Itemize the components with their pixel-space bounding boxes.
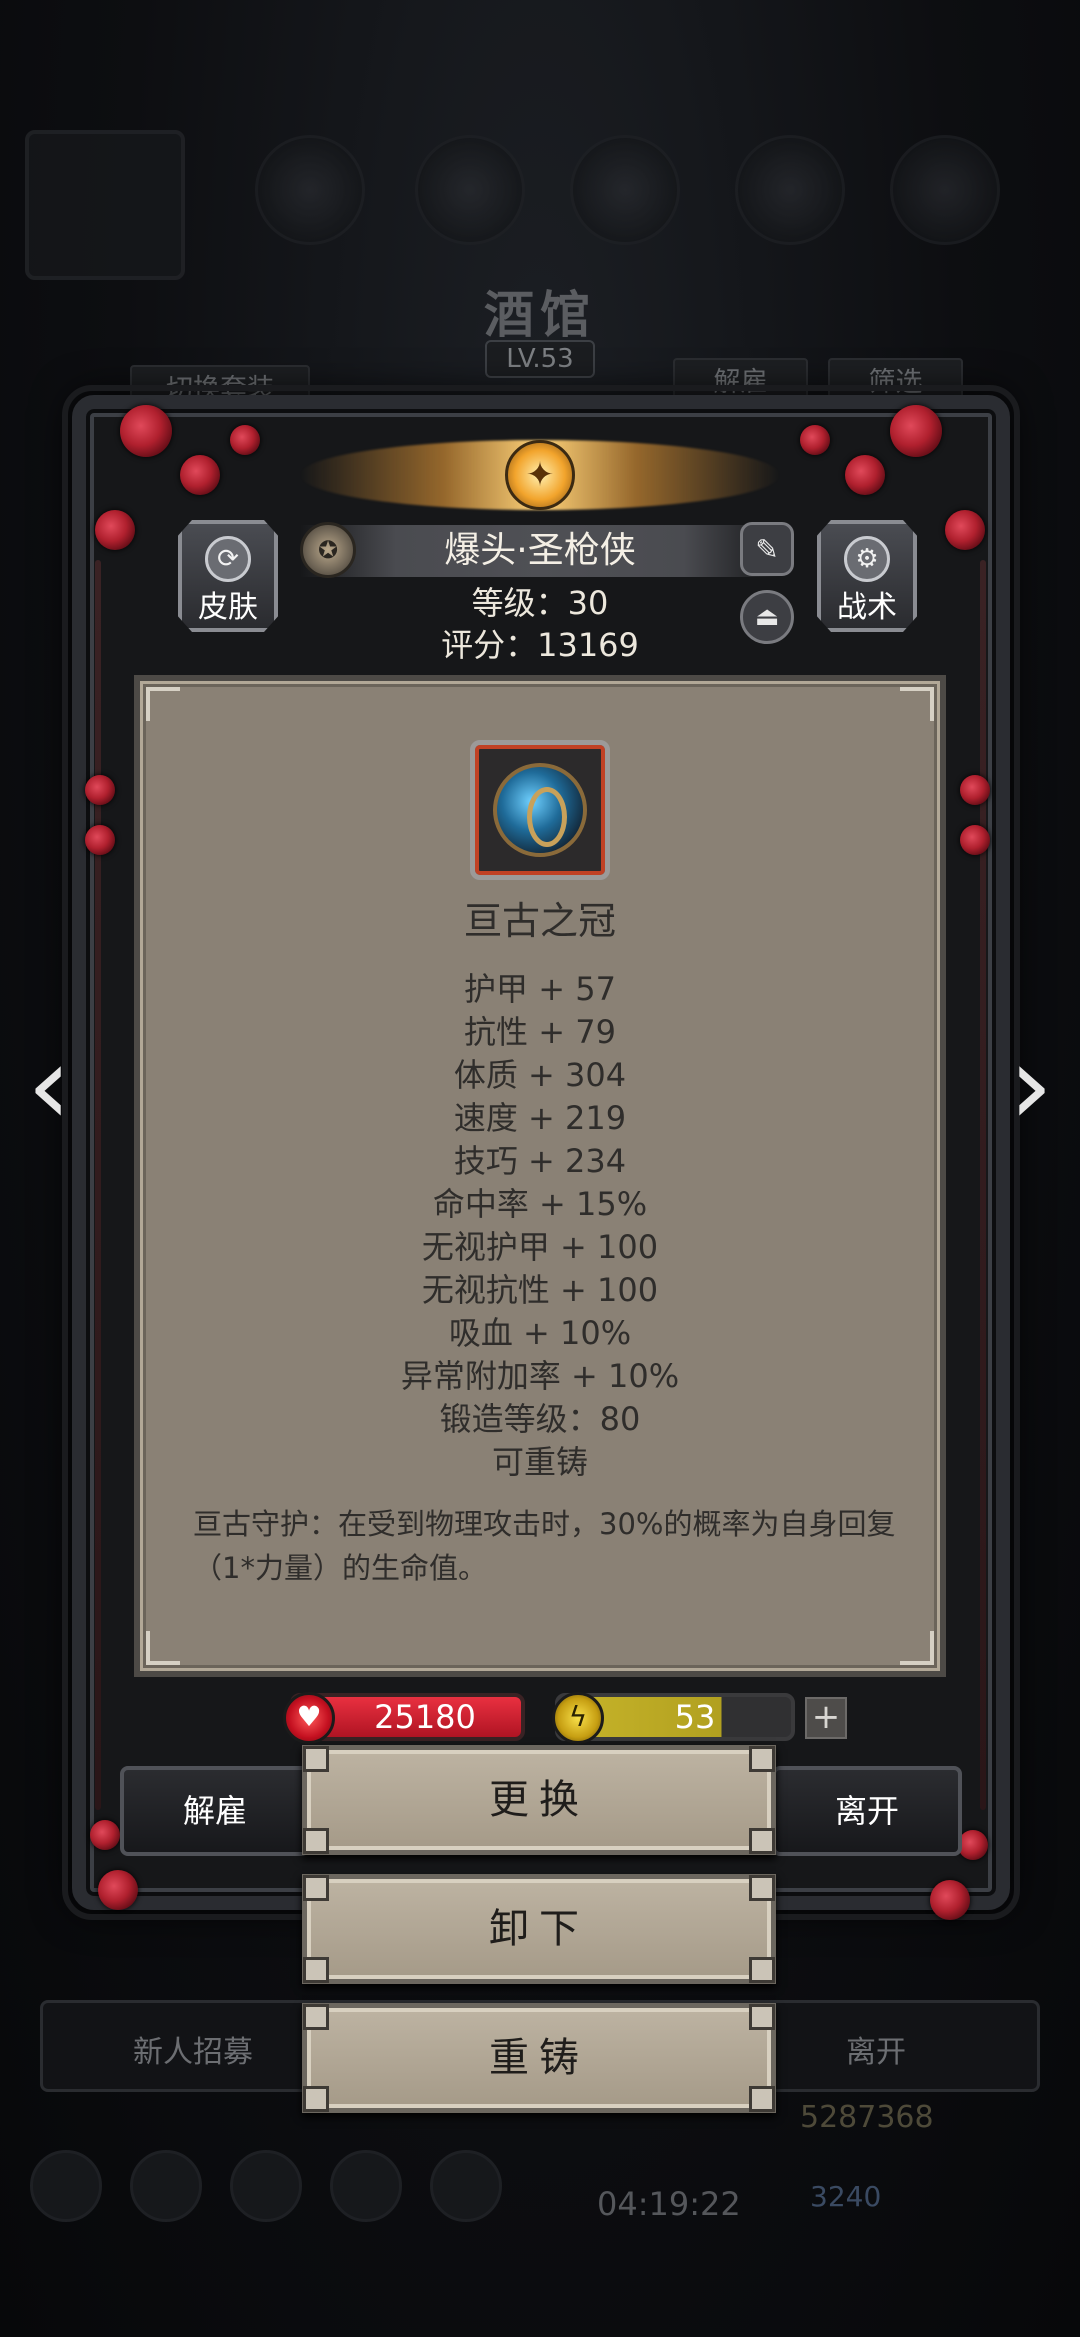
rose-decoration	[98, 1870, 138, 1910]
heart-icon: ♥	[283, 1692, 335, 1744]
rose-decoration	[845, 455, 885, 495]
thorn-vine-right	[980, 560, 986, 1810]
background-dock	[30, 2150, 590, 2225]
item-stat: 异常附加率 + 10%	[400, 1357, 680, 1395]
category-icon	[570, 135, 680, 245]
item-stat: 护甲 + 57	[464, 970, 616, 1008]
replace-button-label: 更换	[489, 1777, 589, 1823]
rose-decoration	[90, 1820, 120, 1850]
item-name: 亘古之冠	[463, 899, 616, 943]
leave-button[interactable]: 离开	[772, 1766, 962, 1856]
category-icon	[415, 135, 525, 245]
add-energy-button[interactable]: +	[805, 1697, 847, 1739]
refresh-icon: ⟳	[205, 536, 251, 582]
category-icon	[735, 135, 845, 245]
rose-decoration	[120, 405, 172, 457]
skin-button-label: 皮肤	[198, 590, 258, 625]
recruit-button: 新人招募	[133, 2035, 253, 2070]
unequip-button[interactable]: 卸下	[302, 1874, 776, 1984]
card-corner-ornament	[900, 1631, 934, 1665]
background-category-icons	[0, 135, 1080, 255]
hero-score: 评分：13169	[441, 626, 639, 664]
dock-icon	[330, 2150, 402, 2222]
item-stat: 抗性 + 79	[464, 1013, 616, 1051]
item-stat: 技巧 + 234	[453, 1142, 627, 1180]
unequip-button-label: 卸下	[489, 1906, 589, 1952]
item-stat: 无视抗性 + 100	[421, 1271, 659, 1309]
dock-icon	[30, 2150, 102, 2222]
star-emblem-icon: ✦	[505, 440, 575, 510]
card-corner-ornament	[900, 687, 934, 721]
item-stat: 命中率 + 15%	[432, 1185, 648, 1223]
category-icon	[255, 135, 365, 245]
item-description: 亘古守护：在受到物理攻击时，30%的概率为自身回复（1*力量）的生命值。	[193, 1507, 896, 1585]
previous-hero-arrow-icon[interactable]: ‹	[14, 1030, 84, 1140]
reforge-button-label: 重铸	[489, 2035, 589, 2081]
card-corner-ornament	[146, 1631, 180, 1665]
tactics-button-label: 战术	[837, 590, 897, 625]
tavern-title: 酒馆	[484, 285, 596, 344]
hero-name: 爆头·圣枪侠	[444, 530, 636, 571]
rose-decoration	[960, 825, 990, 855]
category-icon	[890, 135, 1000, 245]
lightning-icon: ϟ	[552, 1692, 604, 1744]
rose-decoration	[945, 510, 985, 550]
dismiss-button[interactable]: 解雇	[120, 1766, 310, 1856]
reforge-button[interactable]: 重铸	[302, 2003, 776, 2113]
item-stat: 可重铸	[491, 1443, 588, 1481]
background-leave-button: 离开	[846, 2035, 906, 2070]
rose-decoration	[960, 775, 990, 805]
dock-icon	[130, 2150, 202, 2222]
rose-decoration	[85, 825, 115, 855]
card-corner-ornament	[146, 687, 180, 721]
replace-button[interactable]: 更换	[302, 1745, 776, 1855]
rose-decoration	[230, 425, 260, 455]
rose-decoration	[930, 1880, 970, 1920]
item-stat: 吸血 + 10%	[448, 1314, 632, 1352]
rose-decoration	[800, 425, 830, 455]
hp-value: 25180	[374, 1698, 476, 1736]
edit-name-icon[interactable]: ✎	[740, 522, 794, 576]
item-stats-list: 护甲 + 57 抗性 + 79 体质 + 304 速度 + 219 技巧 + 2…	[134, 968, 946, 1484]
item-stat: 速度 + 219	[453, 1099, 627, 1137]
rose-decoration	[85, 775, 115, 805]
tactics-button[interactable]: ⚙ 战术	[817, 520, 917, 632]
gold-amount: 5287368	[800, 2100, 934, 2135]
rose-decoration	[890, 405, 942, 457]
skin-button[interactable]: ⟳ 皮肤	[178, 520, 278, 632]
item-stat: 锻造等级：80	[439, 1400, 641, 1438]
rose-decoration	[180, 455, 220, 495]
crown-item-icon	[470, 740, 610, 880]
energy-value: 53	[674, 1698, 716, 1736]
item-stat: 体质 + 304	[453, 1056, 627, 1094]
rose-decoration	[958, 1830, 988, 1860]
next-hero-arrow-icon[interactable]: ›	[996, 1030, 1066, 1140]
item-gem-graphic	[493, 763, 587, 857]
timer-text: 04:19:22	[597, 2185, 741, 2223]
rose-decoration	[95, 510, 135, 550]
hero-level: 等级：30	[471, 584, 609, 622]
dock-icon	[430, 2150, 502, 2222]
tavern-level-badge: LV.53	[485, 340, 595, 378]
gear-icon: ⚙	[844, 536, 890, 582]
gem-amount: 3240	[810, 2180, 882, 2213]
dock-icon	[230, 2150, 302, 2222]
item-stat: 无视护甲 + 100	[421, 1228, 659, 1266]
thorn-vine-left	[95, 560, 101, 1810]
